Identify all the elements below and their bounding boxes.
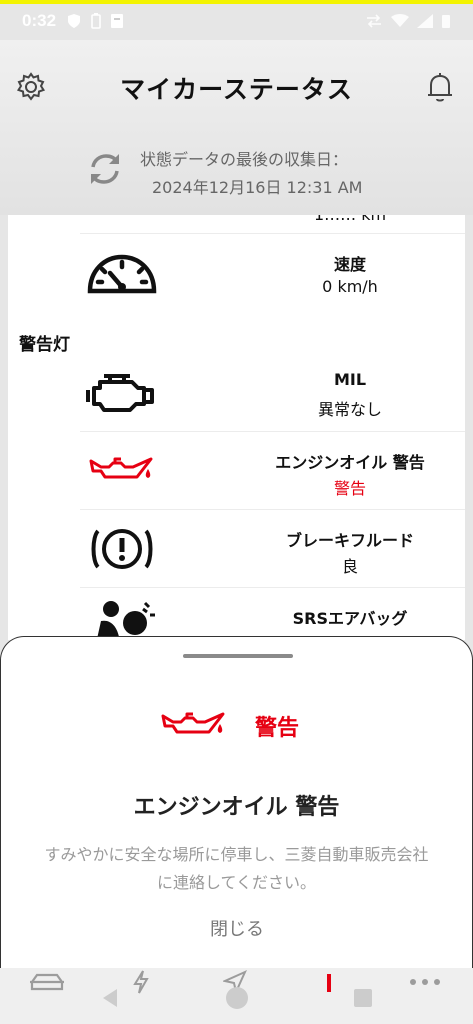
clipboard-icon: [111, 14, 124, 28]
brake-fluid-value: 良: [341, 557, 358, 576]
close-button[interactable]: 閉じる: [187, 913, 287, 943]
oil-can-icon: [80, 440, 164, 502]
sheet-status-text: 警告: [255, 716, 300, 741]
brake-fluid-label: ブレーキフルード: [285, 531, 414, 550]
signal-icon: [417, 14, 433, 28]
warning-row-srs-airbag[interactable]: SRSエアバッグ: [80, 587, 465, 640]
battery-icon: [442, 15, 450, 28]
engine-oil-label: エンジンオイル 警告: [275, 453, 425, 472]
speedometer-icon: [80, 242, 164, 304]
status-list[interactable]: 1…… km 速度 0 km/h 警告灯: [8, 215, 465, 640]
warning-row-brake-fluid[interactable]: ブレーキフルード 良: [80, 509, 465, 587]
bell-icon[interactable]: [425, 70, 455, 104]
back-icon[interactable]: [100, 986, 120, 1010]
mil-value: 異常なし: [317, 400, 382, 419]
system-nav: [0, 982, 473, 1018]
refresh-icon[interactable]: [86, 150, 124, 188]
home-icon[interactable]: [224, 985, 250, 1011]
speed-value: 0 km/h: [322, 277, 378, 296]
partial-value: 1…… km: [250, 215, 450, 224]
last-updated-label: 状態データの最後の収集日：: [140, 150, 349, 169]
mil-label: MIL: [333, 370, 367, 389]
shield-icon: [68, 14, 81, 28]
last-updated: 状態データの最後の収集日： 2024年12月16日 12:31 AM: [140, 146, 400, 202]
speed-label: 速度: [333, 255, 366, 274]
oil-can-icon: [161, 712, 225, 734]
warning-row-engine-oil[interactable]: エンジンオイル 警告 警告: [80, 431, 465, 509]
recents-icon[interactable]: [352, 987, 374, 1009]
clock: 0:32: [22, 11, 57, 30]
srs-airbag-label: SRSエアバッグ: [292, 609, 408, 628]
airbag-icon: [80, 596, 164, 640]
warning-detail-sheet: 警告 エンジンオイル 警告 すみやかに安全な場所に停車し、三菱自動車販売会社に連…: [0, 636, 473, 968]
sheet-title: エンジンオイル 警告: [133, 795, 340, 820]
wifi-icon: [391, 14, 409, 27]
warning-row-mil[interactable]: MIL 異常なし: [80, 353, 465, 431]
system-icons: [365, 13, 451, 29]
header: マイカーステータス 状態データの最後の収集日： 2024年12月16日 12:3…: [0, 40, 473, 215]
status-row-speed: 速度 0 km/h: [80, 233, 465, 311]
engine-icon: [80, 361, 164, 423]
sheet-drag-handle[interactable]: [183, 654, 293, 658]
battery-small-icon: [91, 13, 101, 29]
last-updated-value: 2024年12月16日 12:31 AM: [152, 178, 363, 197]
engine-oil-value: 警告: [333, 479, 366, 498]
warning-lights-heading: 警告灯: [19, 335, 70, 355]
arrows-icon: [367, 14, 381, 28]
page-title: マイカーステータス: [120, 75, 353, 104]
status-bar: 0:32: [0, 4, 473, 38]
brake-warning-icon: [80, 518, 164, 580]
sheet-message: すみやかに安全な場所に停車し、三菱自動車販売会社に連絡してください。: [44, 845, 429, 892]
